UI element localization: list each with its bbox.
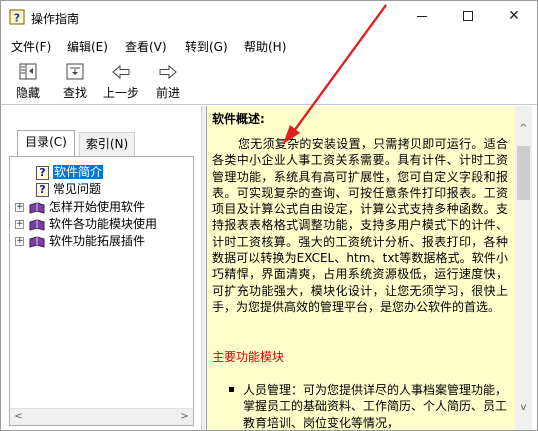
menu-edit[interactable]: 编辑(E) (67, 38, 108, 55)
minimize-icon (417, 15, 427, 17)
content-title: 软件概述: (212, 112, 265, 126)
overview-paragraph: 您无须复杂的安装设置，只需拷贝即可运行。适合各类中小企业人事工资关系需要。具有计… (212, 137, 508, 314)
tree-item-software-intro[interactable]: ? 软件简介 (36, 164, 104, 180)
back-arrow-icon (112, 64, 130, 80)
window-title: 操作指南 (31, 12, 80, 26)
bullet-item: 人员管理：可为您提供详尽的人事档案管理功能，掌握员工的基础资料、工作简历、个人简… (243, 383, 508, 430)
scroll-down-icon[interactable]: v (515, 399, 532, 416)
book-icon (29, 235, 45, 248)
locate-button-label: 查找 (62, 86, 87, 100)
help-window: ? 操作指南 ✕ 文件(F) 编辑(E) 查看(V) 转到(G) 帮助(H) 隐… (0, 0, 538, 431)
close-icon: ✕ (508, 8, 520, 24)
locate-button[interactable]: 查找 (56, 61, 94, 103)
tab-contents[interactable]: 目录(C) (17, 130, 75, 156)
back-button[interactable]: 上一步 (99, 61, 143, 103)
forward-button-label: 前进 (155, 86, 180, 100)
bullet-icon (229, 387, 234, 392)
back-button-label: 上一步 (102, 86, 139, 100)
locate-icon (66, 63, 84, 80)
book-icon (29, 218, 45, 231)
tree-item-plugins[interactable]: + 软件功能拓展插件 (15, 233, 145, 249)
menu-bar: 文件(F) 编辑(E) 查看(V) 转到(G) 帮助(H) (1, 35, 537, 57)
content-pane: 软件概述: 您无须复杂的安装设置，只需拷贝即可运行。适合各类中小企业人事工资关系… (206, 106, 532, 430)
help-topic-icon: ? (36, 182, 49, 197)
maximize-button[interactable] (445, 1, 491, 33)
scroll-right-icon[interactable]: > (176, 409, 193, 425)
tree-item-label: 怎样开始使用软件 (49, 200, 146, 214)
menu-file[interactable]: 文件(F) (11, 38, 51, 55)
expand-icon[interactable]: + (15, 237, 24, 246)
expand-icon[interactable]: + (15, 220, 24, 229)
tree-item-label: 软件各功能模块使用 (49, 217, 158, 231)
svg-text:?: ? (14, 12, 20, 25)
navigation-pane: 目录(C) 索引(N) ? 软件简介 ? 常见问题 + 怎样开始使用软件 + 软件各功能… (1, 106, 201, 430)
tree-item-label: 软件功能拓展插件 (49, 234, 146, 248)
menu-help[interactable]: 帮助(H) (244, 38, 286, 55)
forward-arrow-icon (159, 64, 177, 80)
tree-item-faq[interactable]: ? 常见问题 (36, 181, 101, 197)
title-bar[interactable]: ? 操作指南 ✕ (1, 1, 537, 33)
close-button[interactable]: ✕ (491, 1, 537, 33)
horizontal-scrollbar[interactable]: < > (10, 408, 193, 425)
toolbar: 隐藏 查找 上一步 前进 (1, 59, 537, 105)
forward-button[interactable]: 前进 (149, 61, 187, 103)
scroll-left-icon[interactable]: < (10, 409, 27, 425)
tree-item-getting-started[interactable]: + 怎样开始使用软件 (15, 199, 145, 215)
contents-tree: ? 软件简介 ? 常见问题 + 怎样开始使用软件 + 软件各功能模块使用 + 软件功能拓展… (9, 156, 194, 426)
tree-item-modules-usage[interactable]: + 软件各功能模块使用 (15, 216, 157, 232)
hide-pane-icon (19, 63, 37, 80)
minimize-button[interactable] (399, 1, 445, 33)
scroll-thumb[interactable] (517, 146, 530, 200)
hide-button-label: 隐藏 (15, 86, 40, 100)
section-heading: 主要功能模块 (212, 350, 285, 364)
bullet-list: 人员管理：可为您提供详尽的人事档案管理功能，掌握员工的基础资料、工作简历、个人简… (229, 382, 509, 430)
help-app-icon: ? (9, 9, 25, 25)
maximize-icon (463, 11, 473, 21)
expand-icon[interactable]: + (15, 203, 24, 212)
content-body: 您无须复杂的安装设置，只需拷贝即可运行。适合各类中小企业人事工资关系需要。具有计… (212, 136, 508, 315)
menu-goto[interactable]: 转到(G) (185, 38, 228, 55)
hide-button[interactable]: 隐藏 (9, 61, 47, 103)
scroll-up-icon[interactable]: ^ (515, 120, 532, 137)
menu-view[interactable]: 查看(V) (125, 38, 167, 55)
tree-item-label: 常见问题 (53, 182, 102, 196)
tree-item-label: 软件简介 (53, 165, 104, 179)
vertical-scrollbar[interactable]: ^ v (515, 106, 532, 430)
help-topic-icon: ? (36, 165, 49, 180)
book-icon (29, 201, 45, 214)
tab-index[interactable]: 索引(N) (79, 132, 135, 156)
